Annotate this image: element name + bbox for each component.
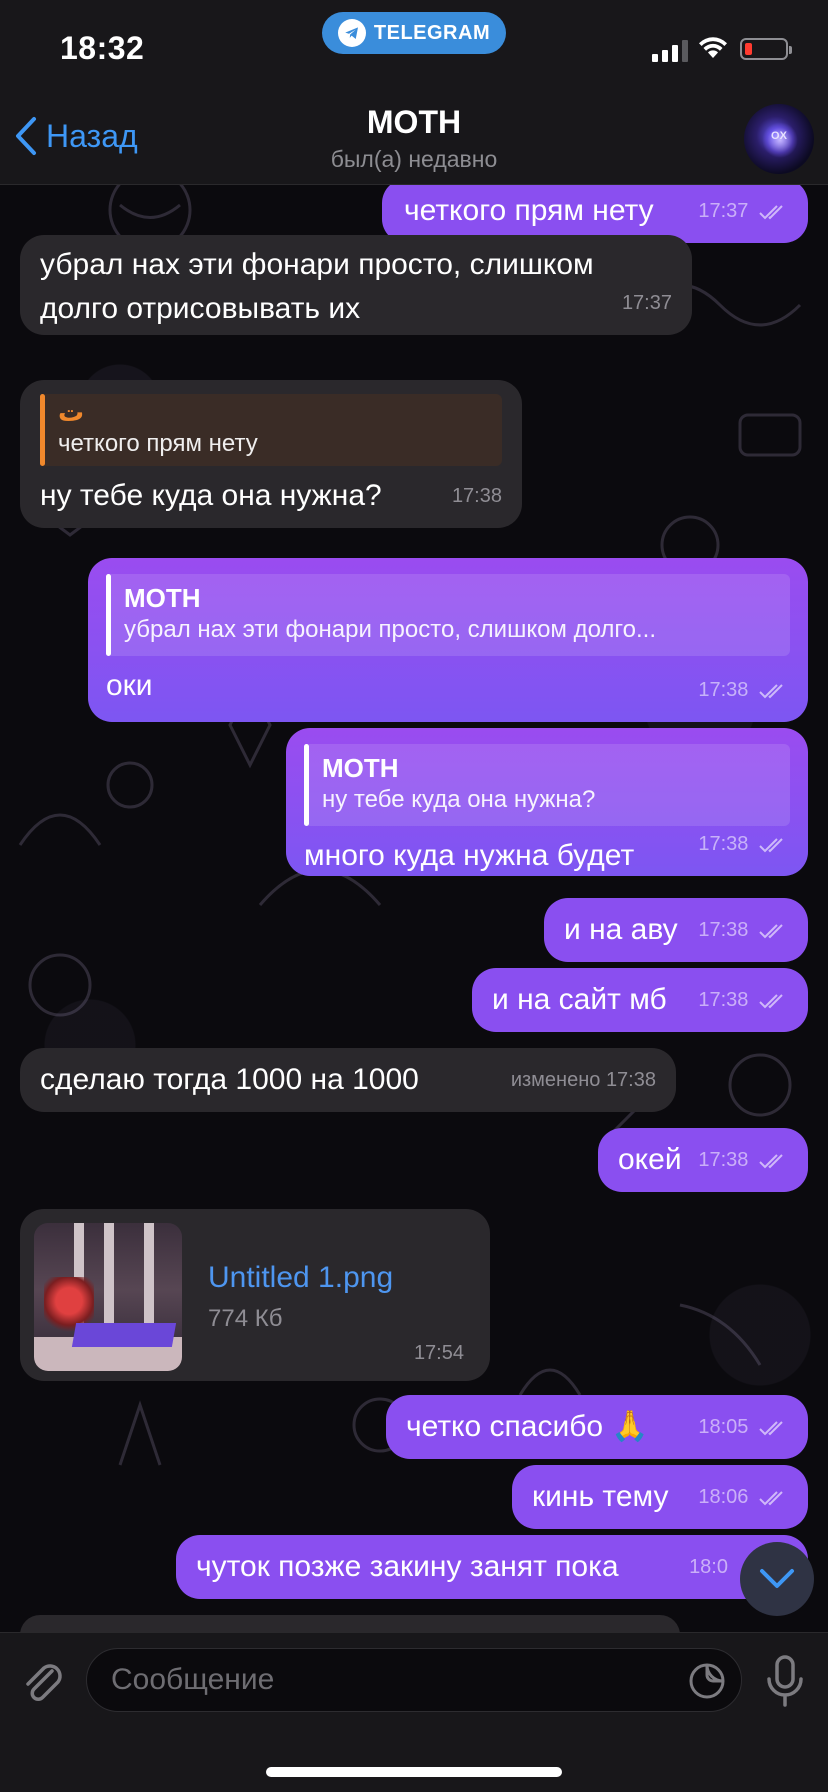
read-checks-icon xyxy=(759,924,783,939)
read-checks-icon xyxy=(759,1421,783,1436)
message-text: и на аву xyxy=(564,913,678,946)
reply-preview[interactable]: MOTH убрал нах эти фонари просто, слишко… xyxy=(106,574,790,656)
read-checks-icon xyxy=(759,838,783,853)
message-time: 18:05 xyxy=(698,1416,749,1438)
telegram-pill[interactable]: TELEGRAM xyxy=(322,12,506,54)
chat-title[interactable]: MOTH xyxy=(0,104,828,141)
message-text: кинь тему xyxy=(532,1480,669,1513)
avatar[interactable]: OX xyxy=(744,104,814,174)
reply-preview[interactable]: ت четкого прям нету xyxy=(40,394,502,466)
reply-author: MOTH xyxy=(322,753,399,783)
chat-subtitle: был(а) недавно xyxy=(330,146,498,172)
message-out-2[interactable]: MOTH убрал нах эти фонари просто, слишко… xyxy=(88,558,808,722)
avatar-text: OX xyxy=(771,130,787,142)
message-out-5[interactable]: и на сайт мб 17:38 xyxy=(472,968,808,1032)
mic-icon[interactable] xyxy=(762,1653,808,1709)
message-list[interactable]: четкого прям нету 17:37 убрал нах эти фо… xyxy=(0,185,828,1632)
edited-label: изменено xyxy=(510,1069,601,1091)
message-text: много куда нужна будет xyxy=(304,839,635,872)
message-out-7[interactable]: четко спасибо 🙏 18:05 xyxy=(386,1395,808,1459)
status-time: 18:32 xyxy=(60,30,145,66)
reply-preview[interactable]: MOTH ну тебе куда она нужна? xyxy=(304,744,790,826)
message-in-1[interactable]: убрал нах эти фонари просто, слишком дол… xyxy=(20,235,692,335)
partial-message xyxy=(20,1615,680,1632)
message-text: четкого прям нету xyxy=(404,194,654,227)
home-indicator[interactable] xyxy=(266,1767,562,1777)
chat-header: Назад MOTH был(а) недавно OX xyxy=(0,88,828,185)
status-bar: 18:32 TELEGRAM xyxy=(0,0,828,88)
chevron-down-icon xyxy=(760,1569,794,1588)
read-checks-icon xyxy=(759,1154,783,1169)
read-checks-icon xyxy=(759,684,783,699)
reply-author: ت xyxy=(58,397,85,427)
file-thumbnail[interactable] xyxy=(34,1223,182,1371)
message-text: четко спасибо 🙏 xyxy=(406,1410,649,1443)
message-time: 17:38 xyxy=(605,1069,656,1091)
message-time: 17:38 xyxy=(451,485,502,507)
reply-author: MOTH xyxy=(124,583,201,613)
cellular-signal-icon xyxy=(652,40,688,62)
message-in-3[interactable]: сделаю тогда 1000 на 1000 изменено 17:38 xyxy=(20,1048,676,1112)
message-input-placeholder: Сообщение xyxy=(111,1663,275,1696)
message-text: убрал нах эти фонари просто, слишком дол… xyxy=(40,248,594,325)
message-text: чуток позже закину занят пока xyxy=(196,1550,619,1583)
message-time: 18:06 xyxy=(698,1486,749,1508)
file-message[interactable]: Untitled 1.png 774 Кб 17:54 xyxy=(20,1209,490,1381)
message-out-8[interactable]: кинь тему 18:06 xyxy=(512,1465,808,1529)
message-time: 17:38 xyxy=(698,679,749,701)
reply-text: четкого прям нету xyxy=(58,430,258,457)
telegram-icon xyxy=(337,19,366,47)
message-time: 17:38 xyxy=(698,833,749,855)
input-bar: Сообщение xyxy=(0,1632,828,1792)
file-name[interactable]: Untitled 1.png xyxy=(208,1261,393,1295)
read-checks-icon xyxy=(759,994,783,1009)
message-text: окей xyxy=(618,1143,682,1176)
file-size: 774 Кб xyxy=(208,1305,283,1332)
sticker-icon[interactable] xyxy=(687,1661,727,1701)
reply-text: ну тебе куда она нужна? xyxy=(322,786,596,813)
message-out-6[interactable]: окей 17:38 xyxy=(598,1128,808,1192)
message-text: и на сайт мб xyxy=(492,983,667,1016)
message-time: 17:38 xyxy=(698,919,749,941)
read-checks-icon xyxy=(759,1491,783,1506)
battery-icon xyxy=(740,38,792,60)
message-text: ну тебе куда она нужна? xyxy=(40,479,382,512)
message-out-3[interactable]: MOTH ну тебе куда она нужна? много куда … xyxy=(286,728,808,876)
telegram-pill-label: TELEGRAM xyxy=(373,21,491,44)
read-checks-icon xyxy=(759,205,783,220)
attach-icon[interactable] xyxy=(18,1657,66,1705)
scroll-to-bottom-button[interactable] xyxy=(740,1542,814,1616)
reply-text: убрал нах эти фонари просто, слишком дол… xyxy=(124,616,657,643)
message-input[interactable]: Сообщение xyxy=(86,1648,742,1712)
telegram-chat-screen: 18:32 TELEGRAM Назад MOTH был(а) недавно… xyxy=(0,0,828,1792)
message-time: 17:37 xyxy=(621,292,672,314)
message-time: 17:54 xyxy=(413,1342,464,1364)
message-time: 17:38 xyxy=(698,989,749,1011)
message-time: 17:38 xyxy=(698,1149,749,1171)
message-time: 17:37 xyxy=(698,200,749,222)
message-out-9[interactable]: чуток позже закину занят пока 18:0 xyxy=(176,1535,808,1599)
message-out-4[interactable]: и на аву 17:38 xyxy=(544,898,808,962)
message-in-2[interactable]: ت четкого прям нету ну тебе куда она нуж… xyxy=(20,380,522,528)
message-text: сделаю тогда 1000 на 1000 xyxy=(40,1063,419,1096)
message-time: 18:0 xyxy=(689,1556,728,1578)
wifi-icon xyxy=(699,37,727,58)
message-text: оки xyxy=(106,669,153,702)
